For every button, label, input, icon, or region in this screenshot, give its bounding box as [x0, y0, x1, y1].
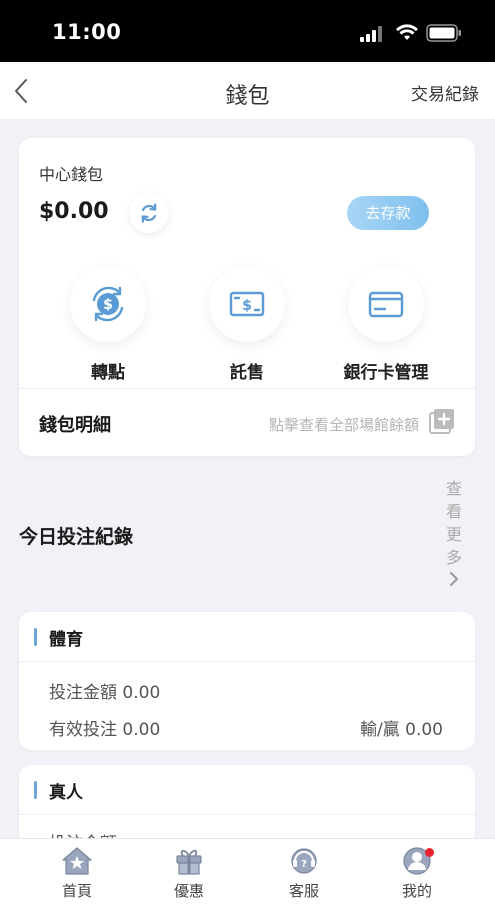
tab-home-label: 首頁: [61, 882, 92, 900]
svg-text:$: $: [242, 298, 252, 314]
tab-promotions-label: 優惠: [173, 882, 204, 900]
valid-bet-label: 有效投注: [49, 720, 117, 740]
notification-badge: [425, 848, 434, 857]
bank-card-icon: [368, 291, 404, 318]
section-accent-bar: [34, 781, 37, 799]
tab-support-label: 客服: [288, 882, 319, 900]
win-loss-row: 輸/贏 0.00: [360, 715, 443, 740]
section-title-live: 真人: [49, 783, 83, 803]
status-time: 11:00: [52, 20, 122, 44]
wallet-label: 中心錢包: [39, 165, 104, 184]
nav-bar: 錢包 交易紀錄: [0, 62, 495, 120]
wallet-detail-label: 錢包明細: [39, 415, 111, 436]
transfer-coin-icon: $: [92, 286, 124, 322]
wallet-balance: $0.00: [39, 199, 109, 224]
bet-amount-label: 投注金額: [49, 683, 117, 703]
valid-bet-value: 0.00: [122, 720, 161, 740]
wifi-icon: [396, 24, 418, 40]
home-icon: [62, 847, 92, 875]
section-title-sports: 體育: [49, 630, 83, 650]
bank-card-label: 銀行卡管理: [343, 363, 429, 383]
consign-label: 託售: [230, 363, 264, 383]
section-accent-bar: [34, 628, 37, 646]
tab-profile[interactable]: 我的: [377, 846, 457, 901]
tab-support[interactable]: ? 客服: [264, 846, 344, 901]
today-bets-title: 今日投注紀錄: [19, 526, 134, 548]
transaction-history-link[interactable]: 交易紀錄: [411, 80, 479, 105]
status-bar: 11:00: [0, 0, 495, 62]
signal-icon: [360, 26, 386, 42]
bet-amount-row: 投注金額 0.00: [49, 678, 160, 703]
bank-card-action[interactable]: 銀行卡管理: [331, 266, 441, 383]
svg-text:?: ?: [301, 859, 307, 870]
chevron-right-icon: [450, 572, 458, 586]
tab-promotions[interactable]: 優惠: [149, 846, 229, 901]
tab-home[interactable]: 首頁: [37, 846, 117, 901]
gift-icon: [176, 849, 202, 875]
support-icon: ?: [291, 848, 317, 874]
wallet-detail-hint[interactable]: 點擊查看全部場館餘額: [269, 414, 419, 435]
view-more-link[interactable]: 查 看 更 多: [444, 477, 464, 587]
valid-bet-row: 有效投注 0.00: [49, 715, 160, 740]
section-header: 體育: [19, 612, 475, 662]
sports-bets-card: 體育 投注金額 0.00 有效投注 0.00 輸/贏 0.00: [19, 612, 475, 750]
wallet-card: 中心錢包 $0.00 去存款 $ 轉點 $ 託售 銀行卡管理 錢包明細 點擊查看…: [19, 138, 475, 456]
expand-plus-icon[interactable]: [429, 408, 455, 434]
bet-amount-value: 0.00: [122, 683, 161, 703]
transfer-action[interactable]: $ 轉點: [53, 266, 163, 383]
cash-bill-icon: $: [229, 291, 265, 317]
consign-action[interactable]: $ 託售: [192, 266, 302, 383]
live-bets-card: 真人 投注金額: [19, 765, 475, 845]
tab-profile-label: 我的: [401, 882, 432, 900]
refresh-button[interactable]: [129, 193, 169, 233]
refresh-icon: [141, 203, 157, 223]
bottom-tab-bar: 首頁 優惠 ? 客服 我的: [0, 838, 495, 905]
deposit-button[interactable]: 去存款: [347, 196, 429, 230]
section-header: 真人: [19, 765, 475, 815]
battery-icon: [426, 24, 461, 42]
svg-text:$: $: [103, 297, 113, 313]
win-loss-label: 輸/贏: [360, 720, 400, 740]
win-loss-value: 0.00: [405, 720, 443, 740]
divider: [19, 388, 475, 389]
transfer-label: 轉點: [91, 363, 125, 383]
